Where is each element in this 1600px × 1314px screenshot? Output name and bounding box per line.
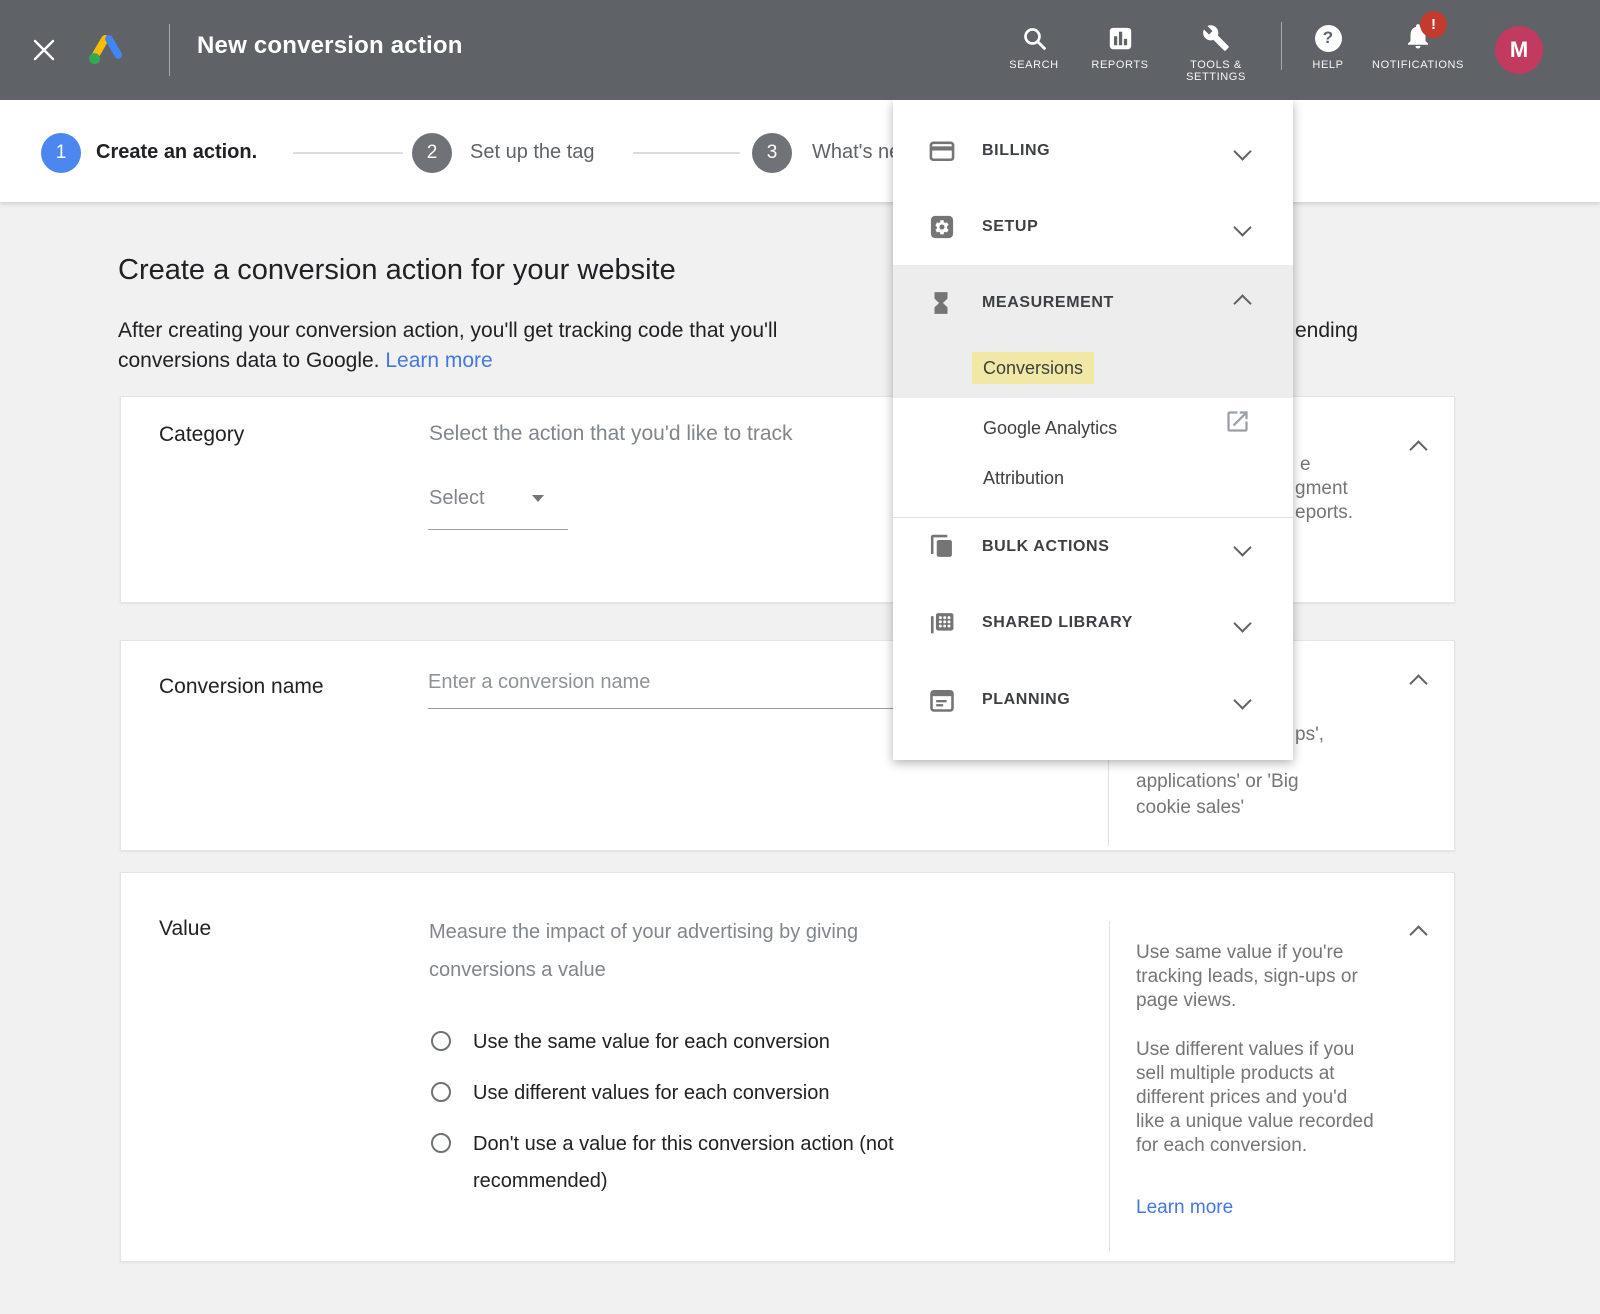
name-help-fragment: ps', [1295,723,1324,747]
intro-line1: After creating your conversion action, y… [118,316,777,346]
chevron-down-icon [1233,218,1251,236]
search-button[interactable]: SEARCH [990,22,1078,71]
notifications-button[interactable]: ! NOTIFICATIONS [1358,22,1478,71]
value-card: Value Measure the impact of your adverti… [120,872,1455,1262]
chevron-down-icon [1233,142,1251,160]
step-2-label: Set up the tag [470,141,595,164]
value-option-row: Don't use a value for this conversion ac… [431,1126,1033,1200]
chevron-up-icon [1409,674,1427,692]
help-panel-divider [1109,921,1110,1251]
reports-button[interactable]: REPORTS [1076,22,1164,71]
intro-line1-fragment: ending [1295,316,1358,346]
conversions-highlight: Conversions [972,352,1094,384]
value-label: Value [159,917,211,941]
chevron-down-icon [1233,691,1251,709]
category-hint: Select the action that you'd like to tra… [429,422,793,446]
value-help-p2: Use different values if you sell multipl… [1136,1038,1374,1158]
wrench-icon [1158,22,1274,54]
external-link-icon[interactable] [1224,408,1251,440]
app-header: New conversion action SEARCH REPORTS TOO… [0,0,1600,100]
value-option-row: Use different values for each conversion [431,1075,1033,1112]
radio-no-value[interactable] [431,1133,451,1153]
chevron-up-icon [1409,925,1427,943]
stepper-bar: 1 Create an action. 2 Set up the tag 3 W… [0,100,1600,202]
intro-line2-text: conversions data to Google. [118,349,380,372]
value-help-panel: Use same value if you're tracking leads,… [1136,941,1374,1220]
conversion-name-label: Conversion name [159,675,324,699]
library-grid-icon [928,609,956,637]
chevron-down-icon [1233,538,1251,556]
intro-line2: conversions data to Google. Learn more [118,346,493,376]
close-icon[interactable] [31,37,57,63]
bell-icon: ! [1403,21,1433,56]
radio-label: Don't use a value for this conversion ac… [473,1126,1033,1200]
radio-label: Use different values for each conversion [473,1075,1033,1112]
step-1-circle: 1 [41,133,81,173]
reports-icon [1076,22,1164,54]
menu-item-conversions[interactable]: Conversions [983,358,1094,379]
name-help-fragments: applications' or 'Big cookie sales' [1136,769,1299,821]
value-option-row: Use the same value for each conversion [431,1024,1033,1061]
copy-icon [928,533,956,561]
learn-more-link[interactable]: Learn more [385,349,492,372]
menu-item-google-analytics[interactable]: Google Analytics [983,418,1117,439]
header-divider-2 [1281,22,1282,70]
category-select[interactable]: Select [429,487,544,510]
category-help-fragments: e gment eports. [1295,453,1353,525]
collapse-section-button[interactable] [1412,443,1425,461]
help-button[interactable]: ? HELP [1289,22,1367,71]
category-label: Category [159,423,244,447]
radio-same-value[interactable] [431,1031,451,1051]
notification-badge: ! [1420,11,1447,38]
chevron-up-icon [1233,294,1251,312]
menu-item-attribution[interactable]: Attribution [983,468,1064,489]
radio-different-values[interactable] [431,1082,451,1102]
select-value: Select [429,487,485,509]
step-connector [293,152,403,154]
step-connector [633,152,740,154]
menu-divider [893,517,1293,518]
gear-icon [928,213,956,241]
collapse-section-button[interactable] [1412,677,1425,695]
value-help-p1: Use same value if you're tracking leads,… [1136,941,1374,1013]
step-3-circle: 3 [752,133,792,173]
help-icon: ? [1289,22,1367,54]
tools-settings-menu: BILLING SETUP MEASUREMENT Conversions Go… [893,100,1293,760]
caret-down-icon [532,495,544,502]
tools-settings-button[interactable]: TOOLS & SETTINGS [1158,22,1274,83]
radio-label: Use the same value for each conversion [473,1024,1033,1061]
header-divider [169,24,170,76]
chevron-up-icon [1409,440,1427,458]
collapse-section-button[interactable] [1412,928,1425,946]
step-2-circle: 2 [412,133,452,173]
value-description: Measure the impact of your advertising b… [429,913,954,989]
search-icon [990,22,1078,54]
menu-item-bulk-actions[interactable]: BULK ACTIONS [893,521,1293,573]
google-ads-logo-icon [84,26,130,72]
calendar-icon [928,686,956,714]
menu-item-billing[interactable]: BILLING [893,125,1293,177]
menu-item-planning[interactable]: PLANNING [893,674,1293,726]
avatar[interactable]: M [1495,26,1543,74]
select-underline [428,529,568,530]
menu-item-shared-library[interactable]: SHARED LIBRARY [893,597,1293,649]
step-1-label: Create an action. [96,141,257,164]
menu-item-setup[interactable]: SETUP [893,201,1293,253]
learn-more-link[interactable]: Learn more [1136,1197,1233,1218]
hourglass-icon [928,289,956,317]
page-title: New conversion action [197,32,463,60]
main-heading: Create a conversion action for your webs… [118,254,676,287]
billing-card-icon [928,137,956,165]
chevron-down-icon [1233,614,1251,632]
menu-item-measurement[interactable]: MEASUREMENT [893,277,1293,329]
